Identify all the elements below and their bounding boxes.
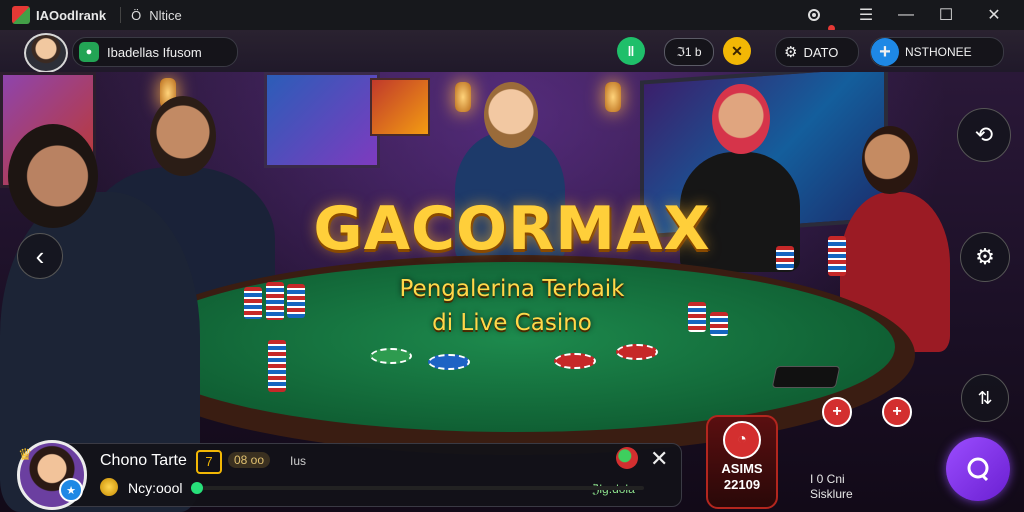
back-arrow-button[interactable]: ‹ bbox=[17, 233, 63, 279]
player-far-right-head bbox=[862, 126, 918, 194]
wall-lamp bbox=[455, 82, 471, 112]
gear-icon: ⚙ bbox=[784, 44, 798, 61]
wall-lamp bbox=[605, 82, 621, 112]
timer-icon: ◔ bbox=[723, 421, 761, 459]
player-right-head bbox=[712, 84, 770, 154]
add-bet-button[interactable]: + bbox=[822, 397, 852, 427]
dealer-head bbox=[484, 82, 538, 148]
shuffle-icon[interactable]: ✕ bbox=[723, 37, 751, 65]
level-pill: 08 oo bbox=[228, 452, 271, 468]
tab-title[interactable]: Nltice bbox=[149, 8, 182, 23]
tag-text: Ius bbox=[290, 454, 307, 468]
side-note-line1: I 0 Cni bbox=[810, 472, 845, 486]
progress-knob[interactable] bbox=[191, 482, 203, 494]
coin-icon bbox=[100, 478, 118, 496]
tab-icon: Ö bbox=[131, 7, 142, 23]
player-name: Chono Tarte bbox=[100, 452, 187, 469]
camera-switch-icon[interactable]: ⟲ bbox=[957, 108, 1011, 162]
level-badge: 7 bbox=[196, 450, 222, 474]
timer-line1: ASIMS bbox=[721, 461, 763, 476]
chat-bubble-button[interactable] bbox=[946, 437, 1010, 501]
app-name: IAOodlrank bbox=[36, 7, 107, 23]
betting-chip bbox=[370, 348, 412, 364]
crown-icon: ♛ bbox=[18, 447, 33, 464]
chat-icon bbox=[967, 457, 989, 482]
plus-icon: + bbox=[871, 38, 899, 66]
gift-icon[interactable] bbox=[616, 447, 638, 469]
settings-notification-icon[interactable] bbox=[796, 0, 835, 32]
add-label: NSTHONEE bbox=[905, 45, 972, 59]
minimize-button[interactable]: — bbox=[888, 0, 924, 30]
settings-gear-icon[interactable]: ⚙ bbox=[960, 232, 1010, 282]
tab-divider bbox=[120, 7, 122, 23]
betting-chip bbox=[428, 354, 470, 370]
player-info-bar: Chono Tarte 7 08 oo Ius Ncy:oool ℨlg:dol… bbox=[55, 443, 682, 507]
maximize-button[interactable]: ☐ bbox=[928, 0, 964, 30]
room-label: Ibadellas Ifusom bbox=[107, 44, 202, 60]
coin-label: Ncy:oool bbox=[128, 480, 183, 496]
add-button[interactable]: + NSTHONEE bbox=[870, 37, 1004, 67]
player-left-head bbox=[150, 96, 216, 176]
room-selector[interactable]: ● Ibadellas Ifusom bbox=[72, 37, 238, 67]
headline-subtitle-line2: di Live Casino bbox=[432, 310, 592, 336]
close-window-button[interactable]: ✕ bbox=[976, 0, 1012, 30]
betting-chip bbox=[616, 344, 658, 360]
headline-subtitle-line1: Pengalerina Terbaik bbox=[399, 276, 625, 302]
betting-chip bbox=[554, 353, 596, 369]
headline-title: GACORMAX bbox=[313, 194, 711, 264]
data-button[interactable]: ⚙ DATO bbox=[775, 37, 859, 67]
timer-line2: 22109 bbox=[723, 477, 761, 492]
phone-on-table bbox=[771, 366, 841, 388]
round-timer-badge: ◔ ASIMS 22109 bbox=[706, 415, 778, 509]
data-label: DATO bbox=[803, 44, 839, 60]
add-bet-button[interactable]: + bbox=[882, 397, 912, 427]
side-note: I 0 Cni Sisklure bbox=[810, 472, 853, 502]
close-icon[interactable]: ✕ bbox=[650, 446, 668, 472]
chip-stack bbox=[268, 340, 286, 392]
progress-track bbox=[196, 486, 644, 490]
side-note-line2: Sisklure bbox=[810, 487, 853, 501]
app-logo-icon bbox=[12, 6, 30, 24]
verified-badge-icon: ★ bbox=[59, 478, 83, 502]
top-toolbar: ● Ibadellas Ifusom ǁ ℑ1 b ✕ ⚙ DATO + NST… bbox=[0, 30, 1024, 73]
background-slot-screen bbox=[264, 72, 380, 168]
stat-pill: ℑ1 b bbox=[664, 38, 714, 66]
sliders-icon[interactable]: ⇅ bbox=[961, 374, 1009, 422]
pause-button[interactable]: ǁ bbox=[617, 37, 645, 65]
background-slot-screen bbox=[370, 78, 430, 136]
menu-icon[interactable]: ☰ bbox=[848, 0, 884, 30]
room-icon: ● bbox=[79, 42, 99, 62]
user-avatar[interactable] bbox=[24, 33, 68, 73]
